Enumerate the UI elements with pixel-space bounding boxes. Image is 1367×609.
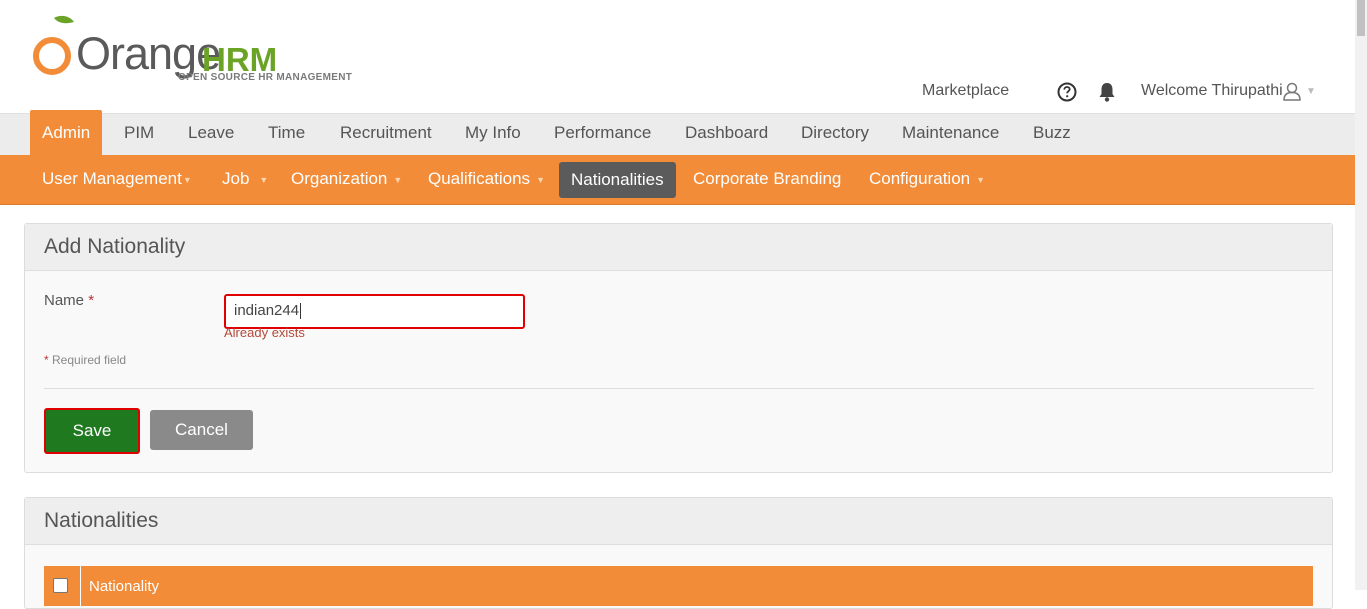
- menu-dashboard[interactable]: Dashboard: [685, 114, 768, 156]
- submenu-nationalities[interactable]: Nationalities: [559, 162, 676, 198]
- name-value-text: indian244: [234, 302, 300, 319]
- dropdown-caret-icon: ▼: [259, 174, 269, 185]
- menu-admin[interactable]: Admin: [30, 110, 103, 156]
- validation-error: Already exists: [224, 325, 305, 340]
- table-header: Nationality: [44, 566, 1313, 606]
- submenu-organization[interactable]: Organization ▼: [291, 155, 402, 204]
- user-dropdown-caret-icon[interactable]: ▼: [1306, 86, 1316, 97]
- submenu-qualifications[interactable]: Qualifications ▼: [428, 155, 545, 204]
- required-field-note: * Required field: [44, 353, 126, 367]
- panel-title: Add Nationality: [25, 224, 1332, 271]
- menu-recruitment[interactable]: Recruitment: [340, 114, 432, 156]
- required-note-text: Required field: [52, 353, 127, 367]
- cancel-button[interactable]: Cancel: [150, 410, 253, 450]
- orangehrm-logo[interactable]: Orange HRM OPEN SOURCE HR MANAGEMENT: [28, 14, 378, 84]
- notification-bell-icon[interactable]: [1097, 81, 1117, 103]
- page-scrollbar[interactable]: [1355, 0, 1367, 590]
- header: Orange HRM OPEN SOURCE HR MANAGEMENT Mar…: [0, 0, 1355, 113]
- main-menu: Admin PIM Leave Time Recruitment My Info…: [0, 110, 1355, 156]
- menu-leave[interactable]: Leave: [188, 114, 234, 156]
- orange-logo-icon: [33, 15, 74, 75]
- menu-directory[interactable]: Directory: [801, 114, 869, 156]
- menu-time[interactable]: Time: [268, 114, 305, 156]
- logo-tagline: OPEN SOURCE HR MANAGEMENT: [178, 72, 353, 83]
- menu-maintenance[interactable]: Maintenance: [902, 114, 999, 156]
- required-asterisk: *: [44, 353, 49, 367]
- marketplace-link[interactable]: Marketplace: [922, 82, 1009, 100]
- column-nationality[interactable]: Nationality: [89, 578, 159, 595]
- submenu-configuration[interactable]: Configuration ▼: [869, 155, 985, 204]
- submenu-job[interactable]: Job ▼: [222, 155, 268, 204]
- dropdown-caret-icon: ▼: [976, 174, 986, 185]
- select-all-cell: [44, 566, 81, 606]
- dropdown-caret-icon: ▼: [393, 174, 403, 185]
- save-button[interactable]: Save: [44, 408, 140, 454]
- panel-title: Nationalities: [25, 498, 1332, 545]
- menu-buzz[interactable]: Buzz: [1033, 114, 1071, 156]
- dropdown-caret-icon: ▼: [182, 174, 192, 185]
- name-label: Name *: [44, 292, 94, 309]
- add-nationality-panel: Add Nationality Name * indian244 Already…: [24, 223, 1333, 473]
- submenu-label: Job: [222, 169, 250, 188]
- form-divider: [44, 388, 1314, 389]
- user-avatar-icon[interactable]: [1282, 81, 1302, 101]
- welcome-user[interactable]: Welcome Thirupathi: [1141, 82, 1283, 100]
- help-icon[interactable]: [1057, 82, 1077, 102]
- admin-submenu: User Management▼ Job ▼ Organization ▼ Qual…: [0, 155, 1355, 205]
- submenu-label: Configuration: [869, 169, 971, 188]
- required-asterisk: *: [88, 292, 95, 309]
- submenu-user-management[interactable]: User Management▼: [42, 155, 192, 204]
- menu-performance[interactable]: Performance: [554, 114, 651, 156]
- menu-my-info[interactable]: My Info: [465, 114, 521, 156]
- menu-pim[interactable]: PIM: [124, 114, 154, 156]
- text-cursor: [300, 303, 302, 319]
- submenu-label: User Management: [42, 169, 182, 188]
- submenu-corporate-branding[interactable]: Corporate Branding: [693, 155, 841, 204]
- select-all-checkbox[interactable]: [53, 578, 68, 593]
- nationalities-list-panel: Nationalities Nationality: [24, 497, 1333, 609]
- submenu-label: Organization: [291, 169, 388, 188]
- name-label-text: Name: [44, 292, 85, 309]
- scrollbar-thumb[interactable]: [1357, 0, 1365, 36]
- dropdown-caret-icon: ▼: [536, 174, 545, 185]
- name-input-value: indian244: [234, 302, 302, 319]
- submenu-label: Qualifications: [428, 169, 531, 188]
